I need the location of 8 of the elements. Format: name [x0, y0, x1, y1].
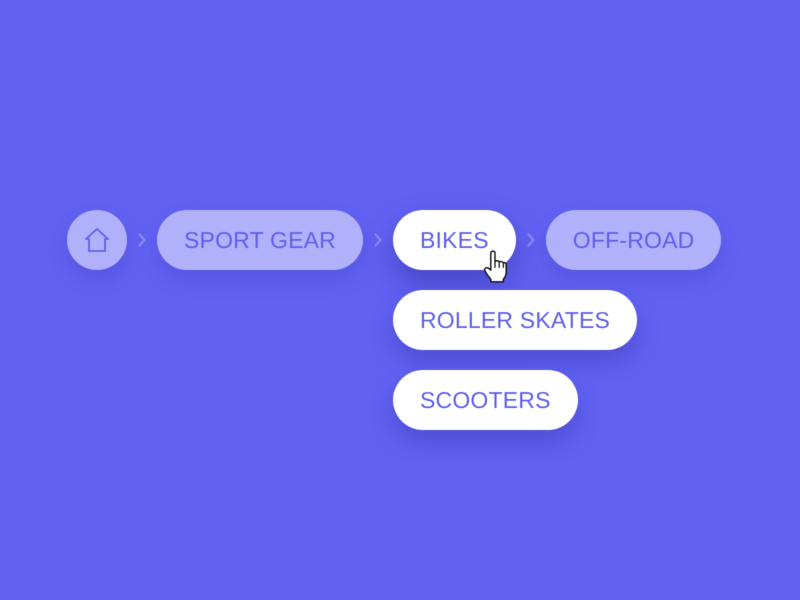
- menu-item[interactable]: ROLLER SKATES: [392, 290, 638, 350]
- home-icon: [83, 226, 111, 254]
- chevron-icon: [526, 233, 535, 247]
- breadcrumb-item[interactable]: BIKES: [392, 210, 516, 270]
- chevron-icon: [374, 233, 382, 247]
- menu-item[interactable]: SCOOTERS: [392, 370, 578, 430]
- hand-cursor-icon: [482, 250, 507, 283]
- chevron-icon: [138, 233, 146, 247]
